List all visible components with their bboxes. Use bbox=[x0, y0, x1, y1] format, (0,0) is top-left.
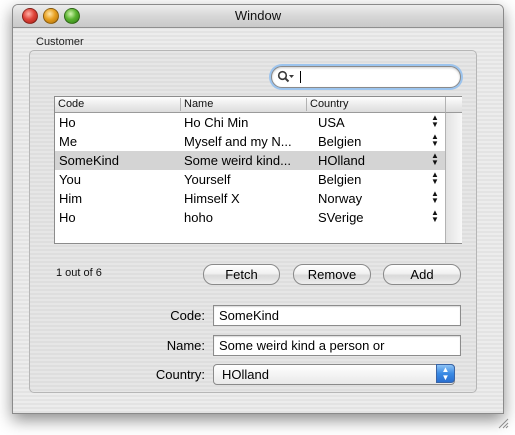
column-divider bbox=[306, 98, 307, 111]
table-row[interactable]: Me Myself and my N... Belgien ▲ ▼ bbox=[55, 132, 445, 151]
cell-country: Norway bbox=[318, 191, 363, 206]
cell-name: Himself X bbox=[184, 191, 240, 206]
cell-country: HOlland bbox=[318, 153, 365, 168]
table-header: Code Name Country bbox=[55, 97, 445, 113]
stepper-icon[interactable]: ▲ ▼ bbox=[430, 171, 440, 188]
code-field[interactable]: SomeKind bbox=[213, 305, 461, 326]
cell-code: Ho bbox=[59, 210, 76, 225]
cell-country: Belgien bbox=[318, 172, 362, 187]
cell-code: Ho bbox=[59, 115, 76, 130]
code-label: Code: bbox=[170, 308, 205, 323]
cell-code: Me bbox=[59, 134, 78, 149]
window-title: Window bbox=[234, 8, 282, 23]
name-field-value: Some weird kind a person or bbox=[219, 338, 385, 353]
cell-country: USA bbox=[318, 115, 345, 130]
cell-code: You bbox=[59, 172, 81, 187]
name-label: Name: bbox=[166, 338, 205, 353]
remove-button[interactable]: Remove bbox=[293, 264, 371, 285]
country-popup-value: HOlland bbox=[222, 367, 269, 382]
cell-country: Belgien bbox=[318, 134, 362, 149]
search-field[interactable] bbox=[271, 66, 461, 88]
popup-arrows-icon[interactable]: ▲ ▼ bbox=[436, 364, 455, 383]
cell-code: SomeKind bbox=[59, 153, 119, 168]
customer-group-label: Customer bbox=[36, 36, 84, 48]
country-popup[interactable]: HOlland ▲ ▼ bbox=[213, 364, 455, 385]
stepper-icon[interactable]: ▲ ▼ bbox=[430, 190, 440, 207]
name-field[interactable]: Some weird kind a person or bbox=[213, 335, 461, 356]
add-button[interactable]: Add bbox=[383, 264, 461, 285]
customer-table[interactable]: Code Name Country Ho Ho Chi Min USA ▲ ▼ M… bbox=[54, 96, 462, 244]
stepper-icon[interactable]: ▲ ▼ bbox=[430, 133, 440, 150]
table-row-selected[interactable]: SomeKind Some weird kind... HOlland ▲ ▼ bbox=[55, 151, 445, 170]
table-row[interactable]: Him Himself X Norway ▲ ▼ bbox=[55, 189, 445, 208]
cell-country: SVerige bbox=[318, 210, 364, 225]
search-input[interactable] bbox=[300, 69, 452, 84]
cell-name: hoho bbox=[184, 210, 213, 225]
resize-grip-icon[interactable] bbox=[497, 417, 509, 429]
vertical-scrollbar[interactable] bbox=[445, 113, 462, 243]
column-divider bbox=[180, 98, 181, 111]
stepper-icon[interactable]: ▲ ▼ bbox=[430, 209, 440, 226]
cell-name: Some weird kind... bbox=[184, 153, 291, 168]
text-caret bbox=[300, 71, 301, 83]
cell-code: Him bbox=[59, 191, 83, 206]
cell-name: Myself and my N... bbox=[184, 134, 292, 149]
cell-name: Ho Chi Min bbox=[184, 115, 249, 130]
column-header-country[interactable]: Country bbox=[310, 98, 349, 110]
stepper-icon[interactable]: ▲ ▼ bbox=[430, 114, 440, 131]
search-icon[interactable] bbox=[277, 70, 295, 84]
fetch-button[interactable]: Fetch bbox=[203, 264, 280, 285]
stepper-icon[interactable]: ▲ ▼ bbox=[430, 152, 440, 169]
country-label: Country: bbox=[155, 367, 205, 382]
table-corner bbox=[445, 97, 462, 113]
column-header-code[interactable]: Code bbox=[58, 98, 84, 110]
cell-name: Yourself bbox=[184, 172, 231, 187]
column-header-name[interactable]: Name bbox=[184, 98, 213, 110]
title-bar[interactable]: Window bbox=[13, 5, 503, 28]
record-count: 1 out of 6 bbox=[56, 267, 102, 279]
table-row[interactable]: Ho hoho SVerige ▲ ▼ bbox=[55, 208, 445, 227]
code-field-value: SomeKind bbox=[219, 308, 279, 323]
table-row[interactable]: You Yourself Belgien ▲ ▼ bbox=[55, 170, 445, 189]
table-row[interactable]: Ho Ho Chi Min USA ▲ ▼ bbox=[55, 113, 445, 132]
